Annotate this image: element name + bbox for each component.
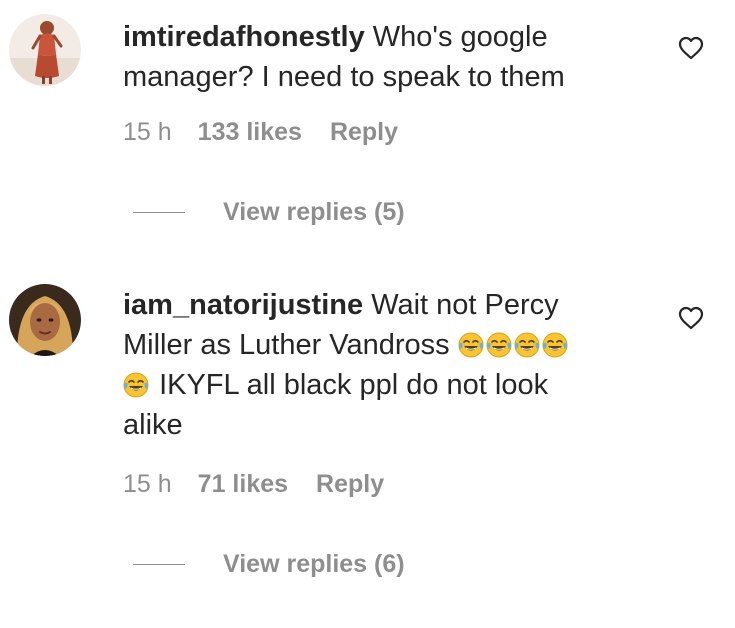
tears-of-joy-emoji-icon bbox=[514, 332, 540, 358]
likes-count[interactable]: 133 likes bbox=[198, 117, 302, 147]
likes-count[interactable]: 71 likes bbox=[198, 469, 288, 499]
emoji-group bbox=[458, 329, 570, 361]
view-replies-button[interactable]: View replies (6) bbox=[133, 549, 405, 579]
comment-text-line-2: manager? I need to speak to them bbox=[123, 61, 565, 93]
timestamp: 15 h bbox=[123, 470, 172, 498]
avatar[interactable] bbox=[9, 284, 81, 356]
comment-text-line-1: Wait not Percy bbox=[371, 289, 559, 321]
username[interactable]: iam_natorijustine bbox=[123, 289, 363, 321]
heart-icon[interactable] bbox=[678, 36, 704, 60]
divider-line bbox=[133, 211, 185, 213]
username[interactable]: imtiredafhonestly bbox=[123, 21, 365, 53]
tears-of-joy-emoji-icon bbox=[486, 332, 512, 358]
reply-button[interactable]: Reply bbox=[316, 469, 384, 499]
view-replies-label: View replies (6) bbox=[223, 550, 405, 578]
timestamp: 15 h bbox=[123, 118, 172, 146]
heart-icon[interactable] bbox=[678, 306, 704, 330]
comment-text-line-1: Who's google bbox=[372, 21, 548, 53]
comment-text-line-3: IKYFL all black ppl do not look bbox=[159, 369, 549, 401]
comment-text-line-4: alike bbox=[123, 409, 183, 441]
reply-button[interactable]: Reply bbox=[330, 117, 398, 147]
tears-of-joy-emoji-icon bbox=[458, 332, 484, 358]
tears-of-joy-emoji-icon bbox=[542, 332, 568, 358]
view-replies-button[interactable]: View replies (5) bbox=[133, 197, 405, 227]
avatar[interactable] bbox=[9, 14, 81, 86]
comment-text: iam_natorijustine Wait not Percy Miller … bbox=[123, 285, 663, 445]
comment-meta: 15 h 71 likes Reply bbox=[123, 469, 384, 499]
divider-line bbox=[133, 563, 185, 565]
view-replies-label: View replies (5) bbox=[223, 198, 405, 226]
comment-text-line-2: Miller as Luther Vandross bbox=[123, 329, 450, 361]
tears-of-joy-emoji-icon bbox=[123, 372, 149, 398]
comment-meta: 15 h 133 likes Reply bbox=[123, 117, 398, 147]
comment-text: imtiredafhonestly Who's google manager? … bbox=[123, 17, 663, 97]
